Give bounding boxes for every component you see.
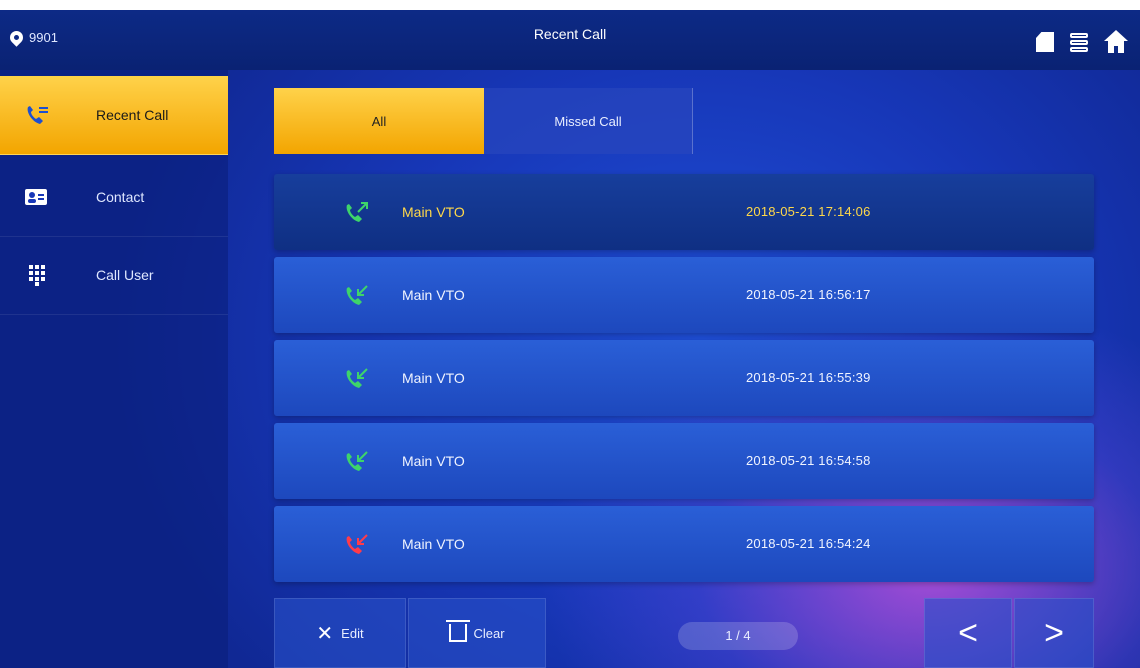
- call-time: 2018-05-21 16:54:24: [746, 536, 871, 551]
- tab-missed-call[interactable]: Missed Call: [484, 88, 692, 154]
- recent-call-icon: [27, 106, 48, 124]
- storage-icon: [1068, 32, 1090, 52]
- sd-card-icon: [1036, 32, 1054, 52]
- call-time: 2018-05-21 16:56:17: [746, 287, 871, 302]
- sidebar-item-label: Call User: [96, 267, 154, 283]
- next-page-button[interactable]: >: [1014, 598, 1094, 668]
- call-row[interactable]: Main VTO 2018-05-21 16:54:24: [274, 506, 1094, 582]
- call-time: 2018-05-21 16:54:58: [746, 453, 871, 468]
- call-time: 2018-05-21 17:14:06: [746, 204, 871, 219]
- sidebar-item-call-user[interactable]: Call User: [0, 236, 228, 315]
- call-row[interactable]: Main VTO 2018-05-21 17:14:06: [274, 174, 1094, 250]
- page-indicator: 1 / 4: [678, 622, 798, 650]
- incoming-call-icon: [346, 285, 368, 305]
- close-icon: ✕: [316, 622, 334, 645]
- caller-name: Main VTO: [402, 370, 465, 386]
- tab-all[interactable]: All: [274, 88, 484, 154]
- trash-icon: [446, 620, 471, 642]
- caller-name: Main VTO: [402, 536, 465, 552]
- call-row[interactable]: Main VTO 2018-05-21 16:55:39: [274, 340, 1094, 416]
- page-title: Recent Call: [533, 26, 607, 42]
- chevron-left-icon: <: [958, 613, 978, 652]
- caller-name: Main VTO: [402, 287, 465, 303]
- caller-name: Main VTO: [402, 204, 465, 220]
- previous-page-button[interactable]: <: [924, 598, 1012, 668]
- dialpad-icon: [29, 265, 45, 286]
- clear-button[interactable]: Clear: [408, 598, 546, 668]
- sidebar-item-recent-call[interactable]: Recent Call: [0, 76, 228, 155]
- call-row[interactable]: Main VTO 2018-05-21 16:56:17: [274, 257, 1094, 333]
- outgoing-call-icon: [346, 202, 368, 222]
- sidebar-item-label: Recent Call: [96, 107, 169, 123]
- header-bar: 9901 Recent Call: [0, 10, 1140, 70]
- edit-button[interactable]: ✕ Edit: [274, 598, 406, 668]
- top-strip: [0, 0, 1140, 10]
- missed-call-icon: [346, 534, 368, 554]
- footer-toolbar: ✕ Edit Clear 1 / 4 < >: [274, 598, 1094, 668]
- caller-name: Main VTO: [402, 453, 465, 469]
- app-screen: 9901 Recent Call Recent Call Contact Cal…: [0, 10, 1140, 668]
- call-row[interactable]: Main VTO 2018-05-21 16:54:58: [274, 423, 1094, 499]
- header-icons: [1036, 30, 1128, 54]
- sidebar: Recent Call Contact Call User: [0, 70, 228, 668]
- incoming-call-icon: [346, 451, 368, 471]
- call-time: 2018-05-21 16:55:39: [746, 370, 871, 385]
- contact-card-icon: [25, 189, 47, 205]
- home-icon[interactable]: [1104, 30, 1128, 54]
- edit-label: Edit: [341, 625, 364, 641]
- sidebar-item-label: Contact: [96, 189, 145, 205]
- clear-label: Clear: [473, 625, 505, 641]
- sidebar-item-contact[interactable]: Contact: [0, 158, 228, 237]
- chevron-right-icon: >: [1044, 613, 1064, 652]
- incoming-call-icon: [346, 368, 368, 388]
